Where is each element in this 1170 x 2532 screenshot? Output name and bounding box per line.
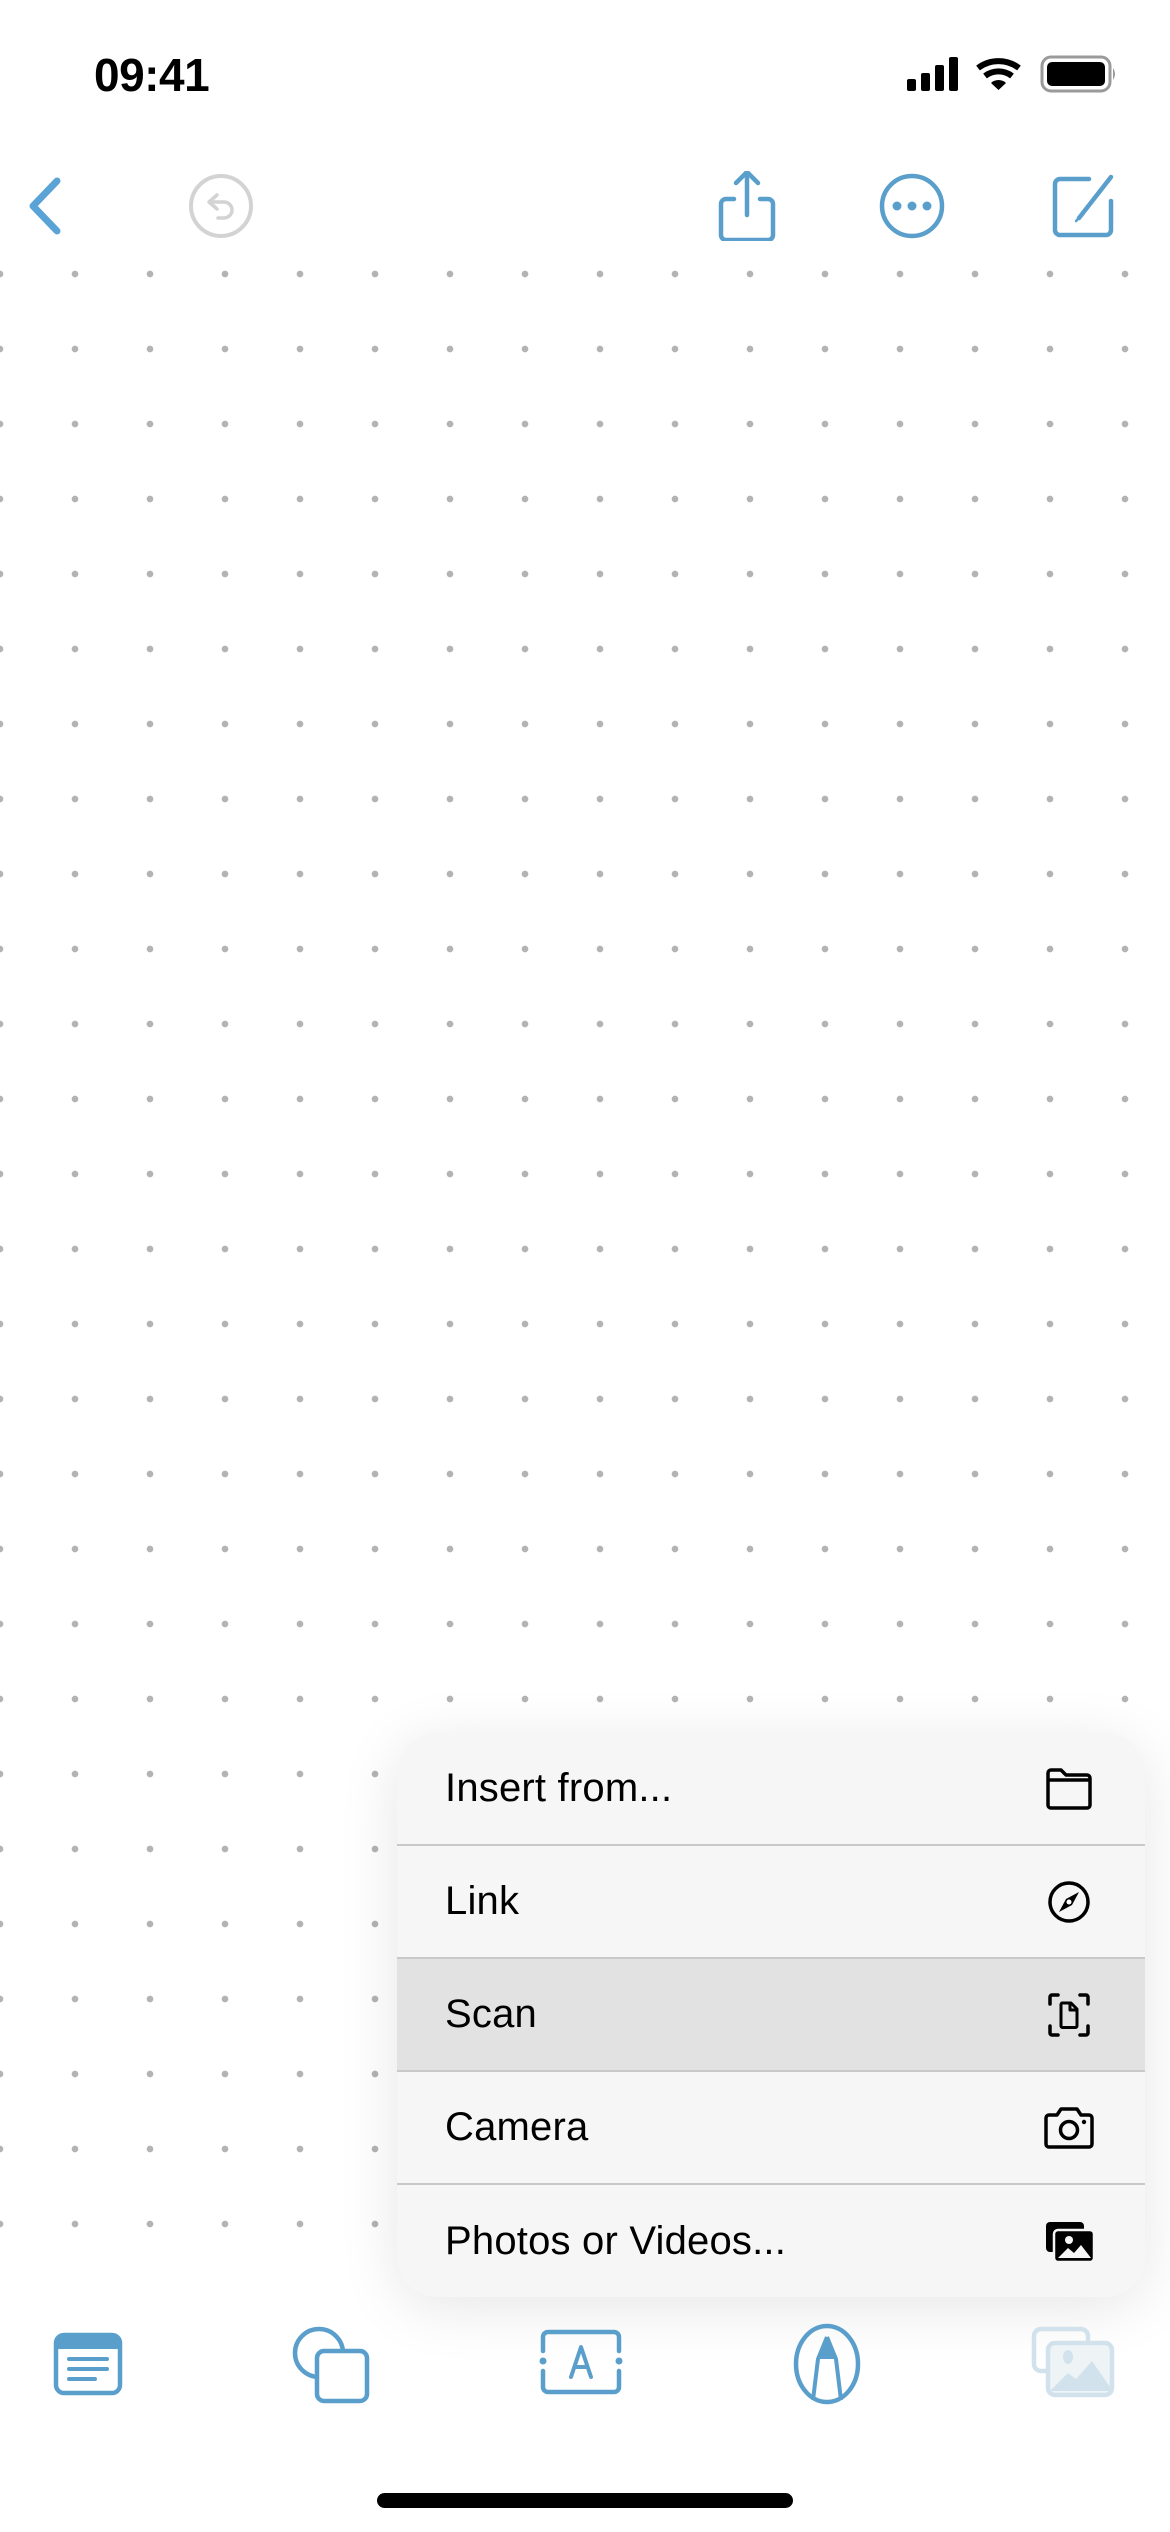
- document-scan-icon: [1041, 1987, 1097, 2043]
- insert-menu: Insert from... Link Scan Camera Photos o…: [397, 1733, 1145, 2297]
- ellipsis-circle-icon: [879, 173, 945, 239]
- text-box-icon: [539, 2329, 623, 2395]
- shapes-tool[interactable]: [287, 2321, 373, 2407]
- menu-item-label: Camera: [445, 2105, 589, 2149]
- photo-stack-icon: [1041, 2214, 1097, 2270]
- menu-item-link[interactable]: Link: [397, 1846, 1145, 1959]
- menu-item-label: Link: [445, 1879, 520, 1923]
- sticky-note-icon: [53, 2332, 123, 2396]
- pen-tip-icon: [793, 2323, 861, 2405]
- photo-stack-icon: [1031, 2326, 1115, 2398]
- back-button[interactable]: [9, 171, 79, 241]
- folder-icon: [1041, 1761, 1097, 1817]
- shapes-icon: [292, 2326, 370, 2404]
- more-button[interactable]: [877, 171, 947, 241]
- cellular-signal-icon: [907, 57, 958, 91]
- pen-tool[interactable]: [784, 2321, 870, 2407]
- text-box-tool[interactable]: [538, 2321, 624, 2407]
- status-time: 09:41: [94, 49, 210, 101]
- share-icon: [718, 171, 776, 241]
- camera-icon: [1041, 2100, 1097, 2156]
- undo-icon: [189, 174, 253, 238]
- status-icons: [905, 54, 1117, 94]
- menu-item-label: Insert from...: [445, 1766, 673, 1810]
- share-button[interactable]: [712, 171, 782, 241]
- menu-item-scan[interactable]: Scan: [397, 1959, 1145, 2072]
- square-pencil-icon: [1052, 174, 1114, 238]
- battery-icon: [1040, 55, 1115, 93]
- menu-item-label: Photos or Videos...: [445, 2219, 787, 2263]
- undo-button[interactable]: [186, 171, 256, 241]
- home-indicator[interactable]: [377, 2493, 793, 2508]
- sticky-note-tool[interactable]: [45, 2321, 131, 2407]
- chevron-left-icon: [29, 177, 61, 235]
- compass-icon: [1041, 1874, 1097, 1930]
- menu-item-camera[interactable]: Camera: [397, 2072, 1145, 2185]
- compose-button[interactable]: [1049, 171, 1119, 241]
- media-tool[interactable]: [1030, 2321, 1116, 2407]
- wifi-icon: [976, 58, 1021, 90]
- menu-item-insert-from[interactable]: Insert from...: [397, 1733, 1145, 1846]
- menu-item-photos-videos[interactable]: Photos or Videos...: [397, 2185, 1145, 2297]
- menu-item-label: Scan: [445, 1992, 537, 2036]
